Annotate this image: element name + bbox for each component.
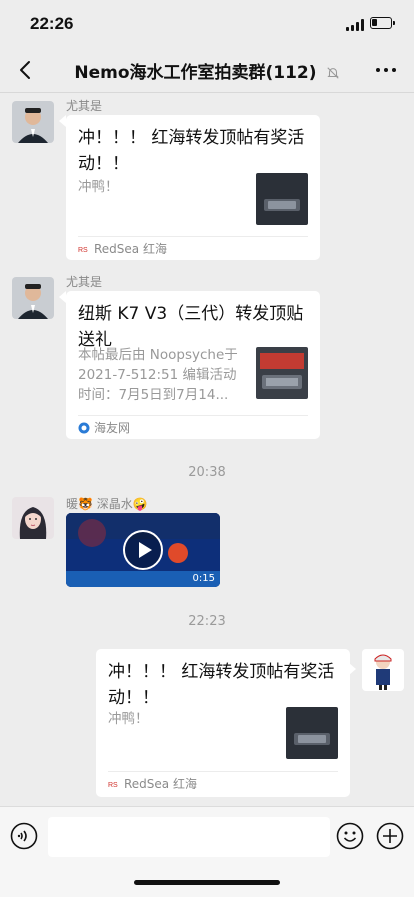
svg-text:RS: RS: [78, 247, 88, 254]
chat-timestamp: 20:38: [188, 465, 226, 480]
chevron-left-icon[interactable]: [14, 58, 38, 82]
avatar[interactable]: [362, 649, 404, 691]
voice-icon[interactable]: [10, 822, 38, 850]
sender-name: 暖🐯 深晶水🤪: [66, 497, 148, 511]
cellular-signal-icon: [346, 19, 364, 31]
card-thumbnail: [256, 347, 308, 399]
chat-title: Nemo海水工作室拍卖群(112): [74, 63, 317, 83]
sender-name: 尤其是: [66, 99, 103, 113]
video-message[interactable]: 0:15: [66, 513, 220, 587]
home-indicator: [134, 880, 280, 885]
chat-header: Nemo海水工作室拍卖群(112): [0, 48, 414, 93]
chat-title-wrap: Nemo海水工作室拍卖群(112): [70, 58, 344, 83]
avatar[interactable]: [12, 101, 54, 143]
card-desc: 冲鸭！: [108, 711, 149, 727]
avatar[interactable]: [12, 277, 54, 319]
globe-icon: [78, 422, 90, 434]
card-thumbnail: [256, 173, 308, 225]
bell-off-icon: [326, 67, 339, 79]
ellipsis-icon[interactable]: [376, 68, 396, 72]
emoji-icon[interactable]: [336, 822, 364, 850]
chat-timestamp: 22:23: [188, 614, 226, 629]
card-thumbnail: [286, 707, 338, 759]
card-desc: 冲鸭！: [78, 179, 119, 195]
link-card[interactable]: 冲！！！ 红海转发顶帖有奖活 动！！ 冲鸭！ RS RedSea 红海: [96, 649, 350, 797]
link-card[interactable]: 纽斯 K7 V3（三代）转发顶贴 送礼 本帖最后由 Noopsyche于 2021-…: [66, 291, 320, 439]
link-card[interactable]: 冲！！！ 红海转发顶帖有奖活 动！！ 冲鸭！ RS RedSea 红海: [66, 115, 320, 260]
message-list[interactable]: 尤其是 冲！！！ 红海转发顶帖有奖活 动！！ 冲鸭！ RS RedSea 红海 尤其…: [0, 93, 414, 806]
avatar[interactable]: [12, 497, 54, 539]
redsea-logo-icon: RS: [78, 243, 90, 255]
status-time: 22:26: [30, 14, 74, 33]
card-title: 冲！！！ 红海转发顶帖有奖活 动！！: [78, 128, 305, 174]
svg-text:RS: RS: [108, 782, 118, 789]
card-desc: 本帖最后由 Noopsyche于 2021-7-512:51 编辑活动 时间：7月5…: [78, 347, 238, 403]
card-source: RS RedSea 红海: [108, 771, 338, 796]
message-input[interactable]: [48, 817, 330, 857]
play-icon[interactable]: [123, 530, 163, 570]
card-source: 海友网: [78, 415, 308, 440]
status-bar: 22:26: [0, 0, 414, 48]
video-duration: 0:15: [192, 573, 215, 584]
sender-name: 尤其是: [66, 275, 103, 289]
card-source: RS RedSea 红海: [78, 236, 308, 261]
redsea-logo-icon: RS: [108, 778, 120, 790]
battery-icon: [370, 17, 395, 29]
plus-icon[interactable]: [376, 822, 404, 850]
card-title: 冲！！！ 红海转发顶帖有奖活 动！！: [108, 662, 335, 708]
